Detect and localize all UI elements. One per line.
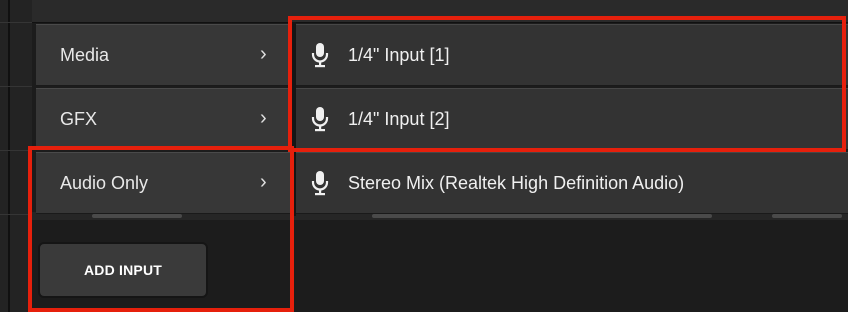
background-row-text (772, 214, 842, 218)
left-strip-line (0, 86, 32, 87)
submenu-item-label: Stereo Mix (Realtek High Definition Audi… (348, 173, 685, 193)
menu-item-label: GFX (60, 109, 98, 129)
chevron-right-icon: › (260, 107, 267, 129)
menu-item-label: Media (60, 45, 110, 65)
highlight-box-inputs (288, 16, 846, 152)
background-row-text (372, 214, 712, 218)
microphone-icon (311, 171, 329, 196)
menu-item-gfx[interactable]: GFX › (36, 88, 292, 150)
chevron-right-icon: › (260, 43, 267, 65)
highlight-box-audio-only (28, 146, 294, 312)
submenu-item-stereo-mix[interactable]: Stereo Mix (Realtek High Definition Audi… (296, 152, 848, 214)
menu-item-media[interactable]: Media › (36, 24, 292, 86)
left-strip-line (0, 22, 32, 23)
left-strip-divider (8, 0, 10, 312)
